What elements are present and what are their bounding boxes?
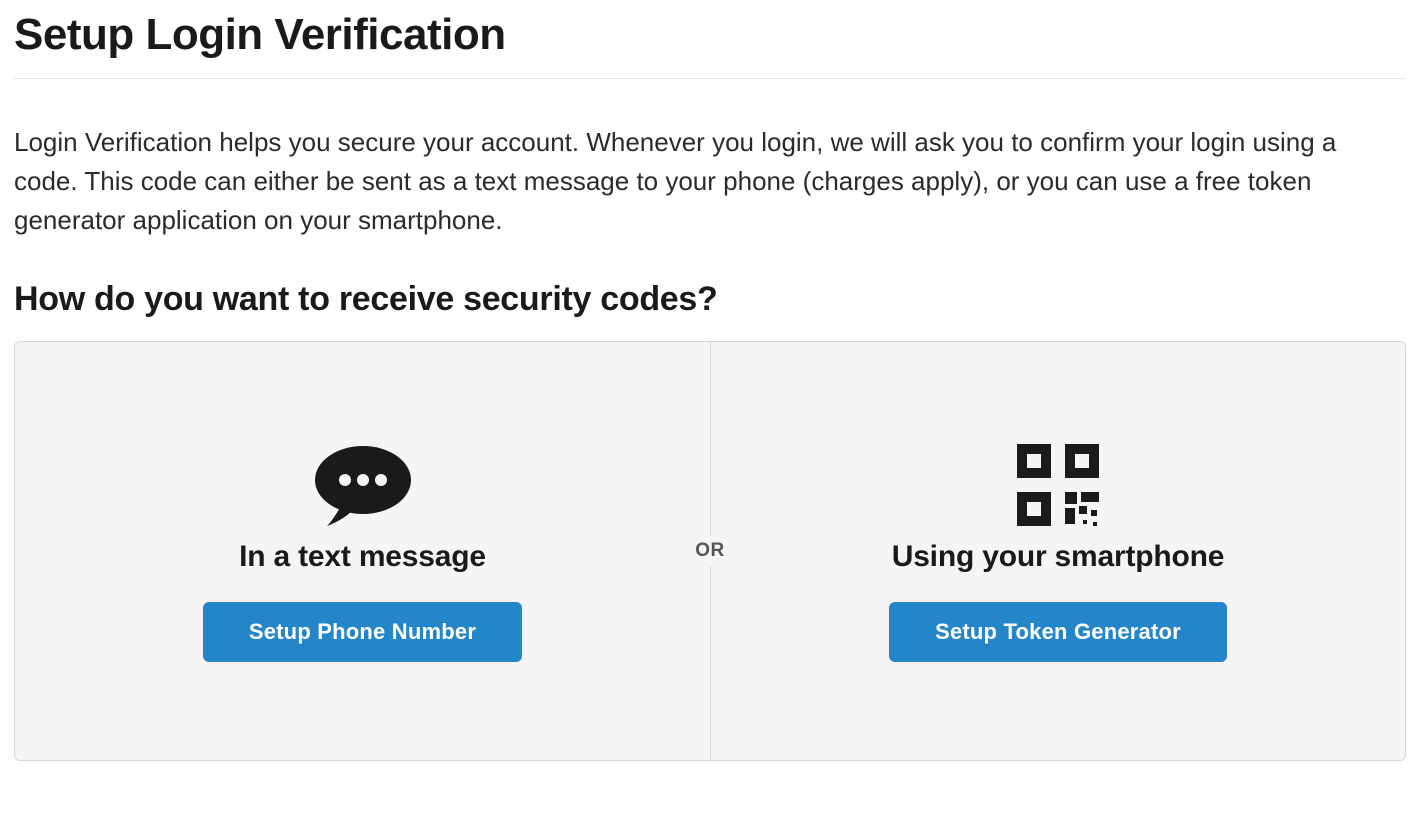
setup-phone-number-button[interactable]: Setup Phone Number [203,602,522,662]
option-text-message-title: In a text message [239,540,486,574]
intro-text: Login Verification helps you secure your… [14,123,1406,240]
speech-bubble-icon [303,440,423,530]
qr-code-icon [998,440,1118,530]
setup-token-generator-button[interactable]: Setup Token Generator [889,602,1227,662]
option-smartphone-title: Using your smartphone [892,540,1225,574]
option-smartphone: Using your smartphone Setup Token Genera… [710,342,1405,760]
subheading: How do you want to receive security code… [14,280,1406,319]
page-title: Setup Login Verification [14,10,1406,79]
option-text-message: In a text message Setup Phone Number [15,342,710,760]
options-panel: In a text message Setup Phone Number [14,341,1406,761]
